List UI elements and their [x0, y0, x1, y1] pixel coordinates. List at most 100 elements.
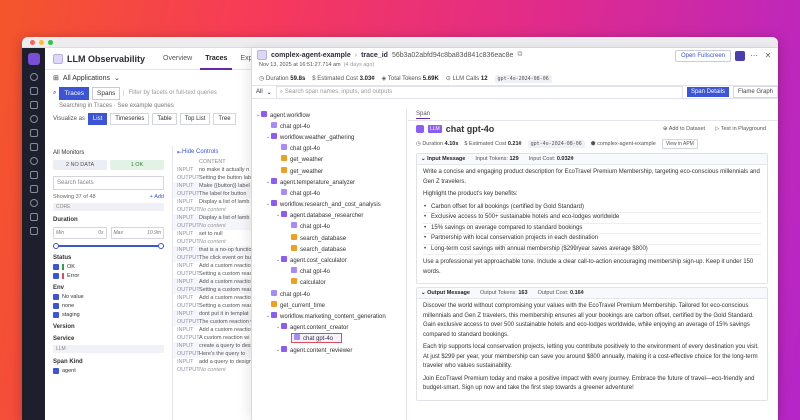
tree-node[interactable]: get_weather: [252, 165, 406, 176]
tree-node[interactable]: ⌄ workflow.research_and_cost_analysis: [252, 199, 406, 210]
search-nav-icon[interactable]: [29, 73, 38, 81]
monitors-title[interactable]: All Monitors: [53, 150, 164, 156]
env-none-option[interactable]: none: [53, 303, 164, 309]
monitors-nav-icon[interactable]: [29, 115, 38, 123]
duration-min-input[interactable]: Min 0s: [53, 227, 107, 239]
duration-slider[interactable]: [53, 243, 164, 249]
add-to-dataset-button[interactable]: ⊕ Add to Dataset: [663, 121, 705, 137]
tab-traces[interactable]: Traces: [200, 48, 233, 70]
search-scope-select[interactable]: All: [256, 89, 263, 95]
tree-node[interactable]: search_database: [252, 232, 406, 243]
copy-icon[interactable]: ⧉: [517, 51, 522, 59]
checkbox[interactable]: [53, 312, 59, 318]
status-error-option[interactable]: Error: [53, 273, 164, 279]
viz-timeseries-button[interactable]: Timeseries: [110, 113, 150, 125]
tree-node[interactable]: ⌄ agent.workflow: [252, 109, 406, 120]
checkbox[interactable]: [53, 273, 59, 279]
span-tab[interactable]: Span: [408, 109, 778, 121]
close-window-button[interactable]: [30, 39, 35, 45]
app-tag[interactable]: ⬢ complex-agent-example: [591, 141, 656, 147]
security-nav-icon[interactable]: [29, 199, 38, 207]
tree-node[interactable]: chat gpt-4o: [252, 143, 406, 154]
tree-node[interactable]: search_database: [252, 243, 406, 254]
add-facet-button[interactable]: + Add: [150, 194, 164, 200]
tree-node[interactable]: chat gpt-4o: [252, 187, 406, 198]
view-in-apm-button[interactable]: View in APM: [661, 138, 698, 149]
trace-id-label: trace_id: [361, 51, 388, 59]
facet-search-input[interactable]: Search facets: [53, 176, 164, 190]
trace-app-name: complex-agent-example: [271, 51, 351, 59]
tree-node[interactable]: chat gpt-4o: [252, 221, 406, 232]
no-data-badge[interactable]: 2 NO DATA: [53, 160, 107, 170]
integrations-nav-icon[interactable]: [29, 213, 38, 221]
span-details-button[interactable]: Span Details: [686, 87, 729, 97]
checkbox[interactable]: [53, 303, 59, 309]
slider-min-handle[interactable]: [53, 243, 59, 249]
tree-node[interactable]: chat gpt-4o: [252, 266, 406, 277]
tree-node[interactable]: calculator: [252, 277, 406, 288]
checkbox[interactable]: [53, 368, 59, 374]
llm-nav-icon[interactable]: [29, 185, 38, 193]
tree-node[interactable]: ⌄ workflow.marketing_content_generation: [252, 310, 406, 321]
facet-service[interactable]: Service: [53, 336, 164, 342]
tree-node[interactable]: ⌄ agent.cost_calculator: [252, 254, 406, 265]
settings-nav-icon[interactable]: [29, 227, 38, 235]
tree-node[interactable]: get_weather: [252, 154, 406, 165]
facet-span-kind[interactable]: Span Kind: [53, 359, 164, 365]
viz-toplist-button[interactable]: Top List: [179, 113, 211, 125]
status-ok-option[interactable]: OK: [53, 264, 164, 270]
infrastructure-nav-icon[interactable]: [29, 129, 38, 137]
traces-toggle[interactable]: Traces: [59, 86, 89, 100]
checkbox[interactable]: [53, 294, 59, 300]
viz-table-button[interactable]: Table: [152, 113, 177, 125]
slider-max-handle[interactable]: [158, 243, 164, 249]
more-options-icon[interactable]: ⋯: [749, 51, 759, 61]
output-toggle[interactable]: ⌄ Output Message: [421, 290, 470, 296]
minimize-window-button[interactable]: [39, 39, 44, 45]
close-icon[interactable]: ✕: [763, 51, 773, 61]
ok-badge[interactable]: 1 OK: [110, 160, 164, 170]
checkbox[interactable]: [53, 264, 59, 270]
flame-graph-button[interactable]: Flame Graph: [732, 86, 778, 98]
span-type-icon: [281, 144, 287, 151]
env-staging-option[interactable]: staging: [53, 312, 164, 318]
metrics-nav-icon[interactable]: [29, 171, 38, 179]
env-novalue-option[interactable]: No value: [53, 294, 164, 300]
tree-node[interactable]: chat gpt-4o: [252, 333, 406, 344]
recent-nav-icon[interactable]: [29, 87, 38, 95]
maximize-window-button[interactable]: [48, 39, 53, 45]
tree-node[interactable]: ⌄ workflow.weather_gathering: [252, 131, 406, 142]
facet-env[interactable]: Env: [53, 285, 164, 291]
trace-id-value: 56b3a02abfd94c8ba83d841c836eac8e: [391, 51, 514, 59]
spankind-agent-option[interactable]: agent: [53, 368, 164, 374]
model-chip: gpt-4o-2024-08-06: [527, 139, 585, 148]
facet-version[interactable]: Version: [53, 324, 164, 330]
spans-toggle[interactable]: Spans: [92, 86, 121, 100]
viz-tree-button[interactable]: Tree: [213, 113, 236, 125]
datadog-logo-icon[interactable]: [27, 53, 40, 65]
tree-node[interactable]: chat gpt-4o: [252, 288, 406, 299]
tree-node[interactable]: get_current_time: [252, 299, 406, 310]
apm-nav-icon[interactable]: [29, 143, 38, 151]
logs-nav-icon[interactable]: [29, 157, 38, 165]
input-toggle[interactable]: ⌄ Input Message: [421, 156, 465, 162]
tree-node[interactable]: chat gpt-4o: [252, 120, 406, 131]
tree-node[interactable]: ⌄ agent.content_creator: [252, 322, 406, 333]
dashboards-nav-icon[interactable]: [29, 101, 38, 109]
playground-button[interactable]: ▷ Test in Playground: [715, 121, 766, 137]
open-fullscreen-button[interactable]: Open Fullscreen: [674, 50, 731, 62]
share-icon[interactable]: [735, 51, 745, 61]
facet-status[interactable]: Status: [53, 255, 164, 261]
duration-max-input[interactable]: Max 10.9m: [110, 227, 164, 239]
viz-list-button[interactable]: List: [87, 113, 108, 125]
span-type-icon: [281, 323, 287, 330]
span-actions: ⊕ Add to Dataset ▷ Test in Playground: [663, 121, 766, 137]
query-input[interactable]: Filter by facets or full-text queries: [123, 90, 217, 96]
example-queries-link[interactable]: See example queries: [117, 103, 173, 109]
tab-overview[interactable]: Overview: [158, 48, 197, 70]
span-search-input[interactable]: ⌕ Search span names, inputs, and outputs: [275, 85, 683, 99]
facet-duration[interactable]: Duration: [53, 217, 164, 223]
tree-node[interactable]: ⌄ agent.content_reviewer: [252, 344, 406, 355]
tree-node[interactable]: ⌄ agent.temperature_analyzer: [252, 176, 406, 187]
tree-node[interactable]: ⌄ agent.database_researcher: [252, 210, 406, 221]
